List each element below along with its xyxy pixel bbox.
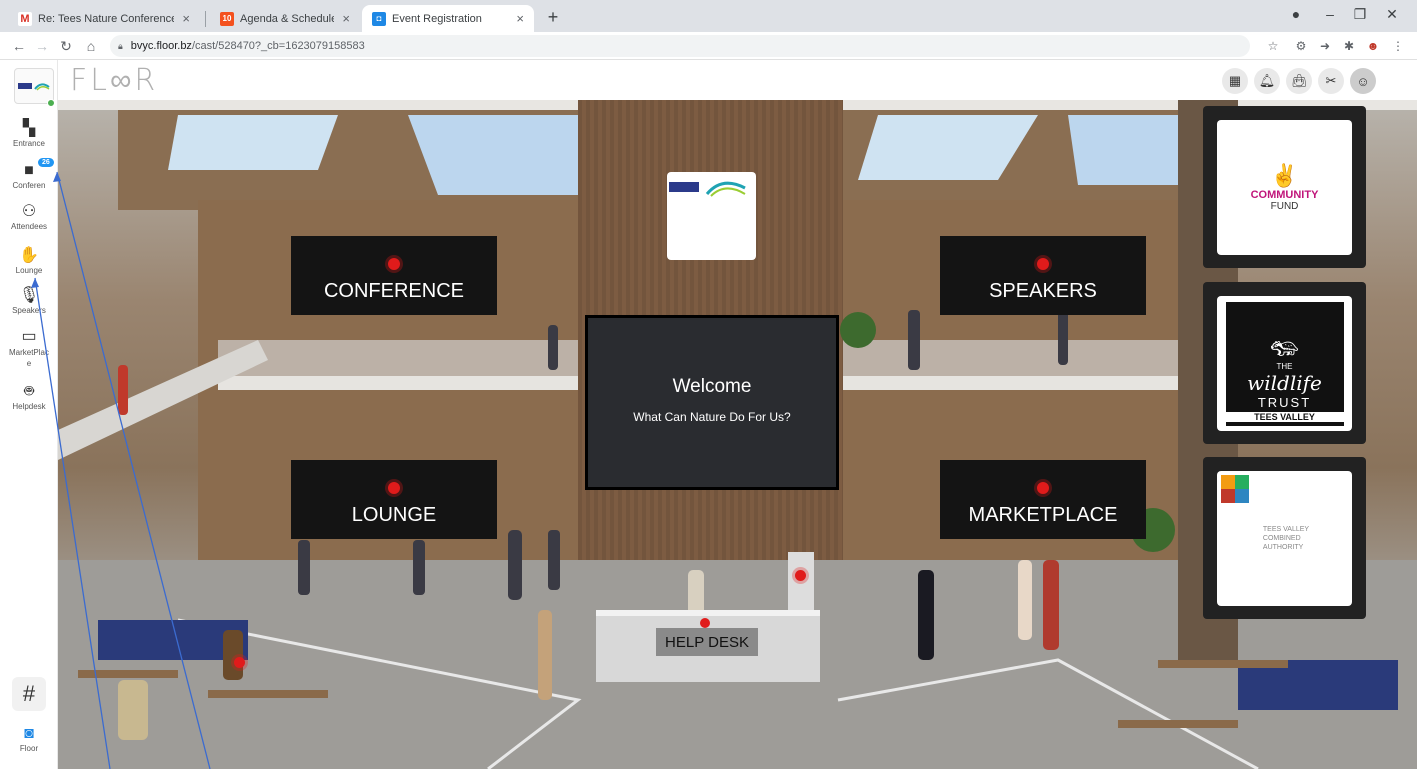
notification-badge: 26	[38, 158, 54, 167]
hash-button[interactable]: #	[12, 677, 46, 711]
sidebar-item-floor[interactable]: ◙ Floor	[0, 725, 58, 753]
help-desk-label: HELP DESK	[656, 628, 758, 656]
sidebar-item-helpdesk[interactable]: 🤖︎ Helpdesk	[0, 383, 58, 411]
users-icon: ⚇	[21, 203, 37, 220]
close-tab-icon[interactable]: ×	[516, 11, 524, 26]
sidebar-item-marketplace[interactable]: ▭ MarketPlac e	[0, 328, 58, 369]
hotspot-dot	[1037, 258, 1049, 270]
sidebar: ▚ Entrance ■ 26 Conferen ⚇ Attendees ✋ L…	[0, 60, 58, 769]
forward-icon[interactable]: →	[33, 37, 51, 55]
hotspot-dot	[700, 618, 710, 628]
lounge-hotspot-dot[interactable]	[234, 657, 245, 668]
microphone-icon: 🎙︎	[18, 287, 40, 304]
robot-icon: 🤖︎	[24, 383, 34, 400]
hotspot-dot	[388, 258, 400, 270]
sidebar-item-attendees[interactable]: ⚇ Attendees	[0, 203, 58, 231]
welcome-screen[interactable]: Welcome What Can Nature Do For Us?	[585, 315, 839, 490]
url-field[interactable]: 🔒︎ bvyc.floor.bz/cast/528470?_cb=1623079…	[110, 35, 1250, 57]
bell-icon[interactable]: 🔔︎	[1254, 68, 1280, 94]
lock-icon: 🔒︎	[118, 40, 123, 51]
extension-icon[interactable]: ⚙	[1293, 38, 1309, 54]
tab-event-registration[interactable]: ◘ Event Registration ×	[362, 5, 534, 32]
close-tab-icon[interactable]: ×	[342, 11, 350, 26]
wildlife-trust-badge: 🦡︎ THE wildlife TRUST TEES VALLEY	[1225, 301, 1344, 426]
grid-apps-icon[interactable]: ▦	[1222, 68, 1248, 94]
sponsor-community-fund[interactable]: ✌ COMMUNITY FUND	[1203, 106, 1366, 268]
sidebar-item-lounge[interactable]: ✋ Lounge	[0, 247, 58, 275]
hand-icon: ✌	[1270, 163, 1299, 188]
tools-icon[interactable]: ✂	[1318, 68, 1344, 94]
event-logo-graphic	[18, 83, 50, 91]
tvca-text: TEES VALLEY COMBINED AUTHORITY	[1262, 526, 1310, 551]
floor-icon: ◘	[372, 11, 386, 26]
kebab-menu-icon[interactable]: ⋮	[1390, 38, 1406, 54]
sponsor-tees-valley-combined-authority[interactable]: TEES VALLEY COMBINED AUTHORITY	[1203, 457, 1366, 619]
browser-tab-bar: M Re: Tees Nature Conference - ma × 10 A…	[0, 0, 1417, 32]
sidebar-item-conference[interactable]: ■ 26 Conferen	[0, 158, 58, 190]
welcome-title: Welcome	[672, 376, 752, 397]
community-fund-logo: ✌ COMMUNITY FUND	[1217, 120, 1352, 255]
tvca-mark-icon	[1221, 475, 1249, 503]
lounge-sign[interactable]: LOUNGE	[291, 460, 497, 539]
back-icon[interactable]: ←	[10, 37, 28, 55]
gmail-icon: M	[18, 11, 32, 26]
badger-icon: 🦡︎	[1270, 335, 1299, 361]
brochure-hotspot-dot[interactable]	[795, 570, 806, 581]
new-tab-button[interactable]: +	[540, 5, 566, 29]
user-avatar[interactable]: ☺	[1350, 68, 1376, 94]
map-icon: ▚	[22, 120, 36, 137]
bag-icon[interactable]: 👜︎	[1286, 68, 1312, 94]
store-icon: ▭	[21, 328, 37, 345]
profile-dot-icon[interactable]: ●	[1282, 6, 1310, 22]
close-window-icon[interactable]: ✕	[1378, 6, 1406, 23]
profile-avatar-icon[interactable]: ☻	[1365, 38, 1381, 54]
calendar-icon: 10	[220, 11, 234, 26]
share-arrow-icon[interactable]: ➜	[1317, 38, 1333, 54]
online-status-dot	[47, 99, 55, 107]
tab-gmail[interactable]: M Re: Tees Nature Conference - ma ×	[8, 5, 200, 32]
event-logo-graphic	[669, 181, 746, 197]
sidebar-item-speakers[interactable]: 🎙︎ Speakers	[0, 287, 58, 315]
handshake-icon: ✋	[19, 247, 39, 264]
hotspot-dot	[1037, 482, 1049, 494]
tab-agenda[interactable]: 10 Agenda & Schedule ×	[210, 5, 360, 32]
wildlife-trust-logo: 🦡︎ THE wildlife TRUST TEES VALLEY	[1217, 296, 1352, 431]
home-icon[interactable]: ⌂	[82, 37, 100, 55]
welcome-subtitle: What Can Nature Do For Us?	[633, 410, 791, 424]
conference-sign[interactable]: CONFERENCE	[291, 236, 497, 315]
floor-icon: ◙	[24, 725, 34, 742]
app-header: FL∞R ▦ 🔔︎ 👜︎ ✂ ☺	[58, 60, 1417, 100]
minimize-icon[interactable]: –	[1316, 6, 1344, 22]
event-logo-panel[interactable]	[667, 172, 756, 260]
sidebar-item-entrance[interactable]: ▚ Entrance	[0, 120, 58, 148]
tvca-logo: TEES VALLEY COMBINED AUTHORITY	[1217, 471, 1352, 606]
tab-divider	[205, 11, 206, 27]
help-desk[interactable]: HELP DESK	[596, 610, 820, 682]
restore-icon[interactable]: ❐	[1346, 6, 1374, 23]
hotspot-dot	[388, 482, 400, 494]
reload-icon[interactable]: ↻	[57, 37, 75, 55]
address-bar-row: ← → ↻ ⌂ 🔒︎ bvyc.floor.bz/cast/528470?_cb…	[0, 32, 1417, 60]
floor-logo[interactable]: FL∞R	[70, 63, 158, 98]
sponsor-wildlife-trust[interactable]: 🦡︎ THE wildlife TRUST TEES VALLEY	[1203, 282, 1366, 444]
close-tab-icon[interactable]: ×	[182, 11, 190, 26]
bookmark-star-icon[interactable]: ☆	[1265, 38, 1281, 54]
lobby-scene: CONFERENCE SPEAKERS LOUNGE MARKETPLACE W…	[58, 100, 1417, 769]
speakers-sign[interactable]: SPEAKERS	[940, 236, 1146, 315]
puzzle-icon[interactable]: ✱	[1341, 38, 1357, 54]
marketplace-sign[interactable]: MARKETPLACE	[940, 460, 1146, 539]
